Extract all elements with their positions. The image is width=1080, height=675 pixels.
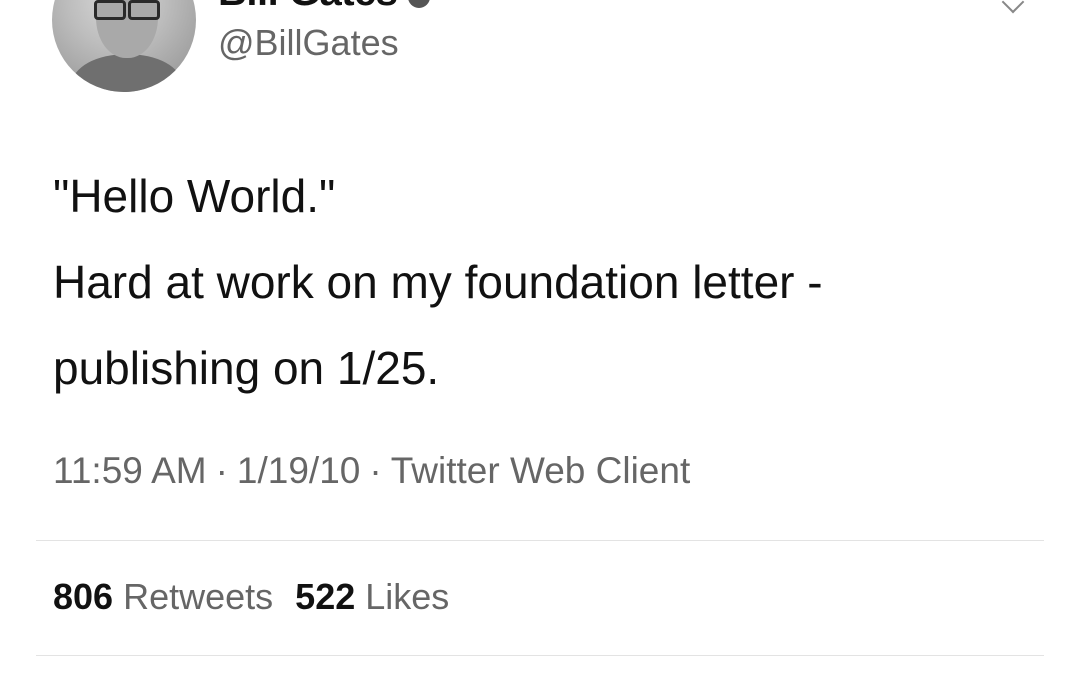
likes-label: Likes [365, 576, 450, 617]
retweets-stat[interactable]: 806 Retweets [53, 576, 273, 617]
meta-separator: · [215, 450, 228, 491]
tweet-line: "Hello World." [53, 170, 336, 222]
tweet-source[interactable]: Twitter Web Client [391, 450, 691, 491]
meta-separator: · [369, 450, 382, 491]
tweet-meta: 11:59 AM · 1/19/10 · Twitter Web Client [53, 450, 690, 492]
avatar-shirt [72, 54, 182, 92]
divider [36, 655, 1044, 656]
tweet-date: 1/19/10 [236, 450, 361, 491]
divider [36, 540, 1044, 541]
retweets-count: 806 [53, 576, 114, 617]
tweet-line: publishing on 1/25. [53, 342, 440, 394]
tweet-line: Hard at work on my foundation letter - [53, 256, 823, 308]
avatar-glasses [94, 0, 160, 20]
tweet-time: 11:59 AM [53, 450, 207, 491]
avatar[interactable] [52, 0, 196, 92]
user-handle[interactable]: @BillGates [218, 22, 399, 64]
likes-stat[interactable]: 522 Likes [295, 576, 449, 617]
display-name[interactable]: Bill Gates [218, 0, 398, 15]
likes-count: 522 [295, 576, 356, 617]
tweet-text: "Hello World." Hard at work on my founda… [53, 153, 1053, 411]
chevron-down-icon[interactable] [1001, 0, 1025, 14]
verified-icon [408, 0, 430, 8]
tweet-stats: 806 Retweets 522 Likes [53, 576, 449, 618]
retweets-label: Retweets [123, 576, 274, 617]
